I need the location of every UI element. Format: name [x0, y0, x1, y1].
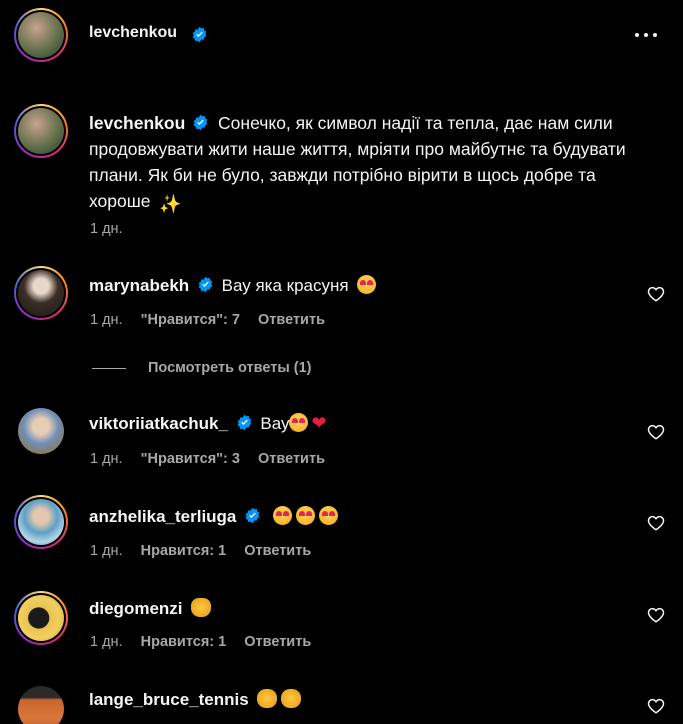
replies-divider: [92, 367, 126, 369]
comment-meta: 1 дн. "Нравится": 3 Ответить: [90, 451, 339, 467]
dot-icon: [644, 33, 648, 37]
verified-badge-icon: [245, 507, 260, 524]
comment-row: diegomenzi: [89, 598, 212, 619]
verified-badge-icon: [192, 26, 207, 43]
reply-button[interactable]: Ответить: [244, 634, 311, 650]
heart-outline-icon[interactable]: [647, 606, 665, 624]
comment-username[interactable]: marynabekh: [89, 276, 189, 295]
raising-hands-emoji-icon: [191, 598, 212, 617]
comment-username[interactable]: viktoriiatkachuk_: [89, 414, 228, 433]
comment-avatar[interactable]: [18, 686, 64, 724]
heart-outline-icon[interactable]: [647, 285, 665, 303]
more-options-button[interactable]: [633, 22, 659, 48]
comment-time[interactable]: 1 дн.: [90, 312, 123, 328]
verified-badge-icon: [193, 114, 208, 131]
comment-username[interactable]: diegomenzi: [89, 599, 183, 618]
comment-time[interactable]: 1 дн.: [90, 543, 123, 559]
comment-row: marynabekh Вау яка красуня: [89, 275, 377, 296]
post-header: levchenkou: [0, 0, 683, 70]
dot-icon: [653, 33, 657, 37]
comment-likes[interactable]: Нравится: 1: [141, 634, 227, 650]
dot-icon: [635, 33, 639, 37]
comment-avatar[interactable]: [18, 408, 64, 454]
sparkles-icon: ✨: [159, 194, 182, 214]
comment-row: anzhelika_terliuga: [89, 506, 338, 527]
heart-outline-icon[interactable]: [647, 514, 665, 532]
comment-likes[interactable]: Нравится: 1: [141, 543, 227, 559]
comment-text: Вау: [260, 414, 290, 433]
comment-avatar[interactable]: [14, 266, 68, 320]
comment-meta: 1 дн. Нравится: 1 Ответить: [90, 543, 325, 559]
author-username[interactable]: levchenkou: [89, 24, 177, 42]
heart-eyes-emoji-icon: [289, 413, 309, 432]
verified-badge-icon: [237, 414, 252, 431]
comment-avatar[interactable]: [14, 591, 68, 645]
comment-time[interactable]: 1 дн.: [90, 634, 123, 650]
comment-text: Вау яка красуня: [221, 276, 349, 295]
heart-eyes-emoji-icon: [295, 506, 315, 525]
red-heart-icon: ❤: [311, 413, 327, 433]
caption-username[interactable]: levchenkou: [89, 113, 185, 133]
heart-eyes-emoji-icon: [272, 506, 292, 525]
caption-author-avatar[interactable]: [14, 104, 68, 158]
reply-button[interactable]: Ответить: [258, 312, 325, 328]
reply-button[interactable]: Ответить: [244, 543, 311, 559]
heart-outline-icon[interactable]: [647, 697, 665, 715]
author-avatar[interactable]: [14, 8, 68, 62]
post-caption: levchenkou Сонечко, як символ надії та т…: [89, 110, 649, 217]
view-replies-label: Посмотреть ответы (1): [148, 360, 312, 376]
heart-eyes-emoji-icon: [318, 506, 338, 525]
caption-time[interactable]: 1 дн.: [90, 221, 123, 237]
caption-meta: 1 дн.: [90, 221, 137, 237]
view-replies-button[interactable]: Посмотреть ответы (1): [92, 360, 312, 376]
verified-badge-icon: [198, 276, 213, 293]
comment-username[interactable]: lange_bruce_tennis: [89, 690, 249, 709]
comment-row: lange_bruce_tennis: [89, 689, 302, 710]
comment-likes[interactable]: "Нравится": 7: [141, 312, 240, 328]
heart-outline-icon[interactable]: [647, 423, 665, 441]
comment-likes[interactable]: "Нравится": 3: [141, 451, 240, 467]
comment-meta: 1 дн. Нравится: 1 Ответить: [90, 634, 325, 650]
clapping-hands-emoji-icon: [257, 689, 278, 708]
comment-meta: 1 дн. "Нравится": 7 Ответить: [90, 312, 339, 328]
reply-button[interactable]: Ответить: [258, 451, 325, 467]
comment-time[interactable]: 1 дн.: [90, 451, 123, 467]
comment-avatar[interactable]: [14, 495, 68, 549]
comment-row: viktoriiatkachuk_ Вау ❤: [89, 413, 327, 434]
heart-eyes-emoji-icon: [357, 275, 377, 294]
clapping-hands-emoji-icon: [281, 689, 302, 708]
comment-username[interactable]: anzhelika_terliuga: [89, 507, 236, 526]
